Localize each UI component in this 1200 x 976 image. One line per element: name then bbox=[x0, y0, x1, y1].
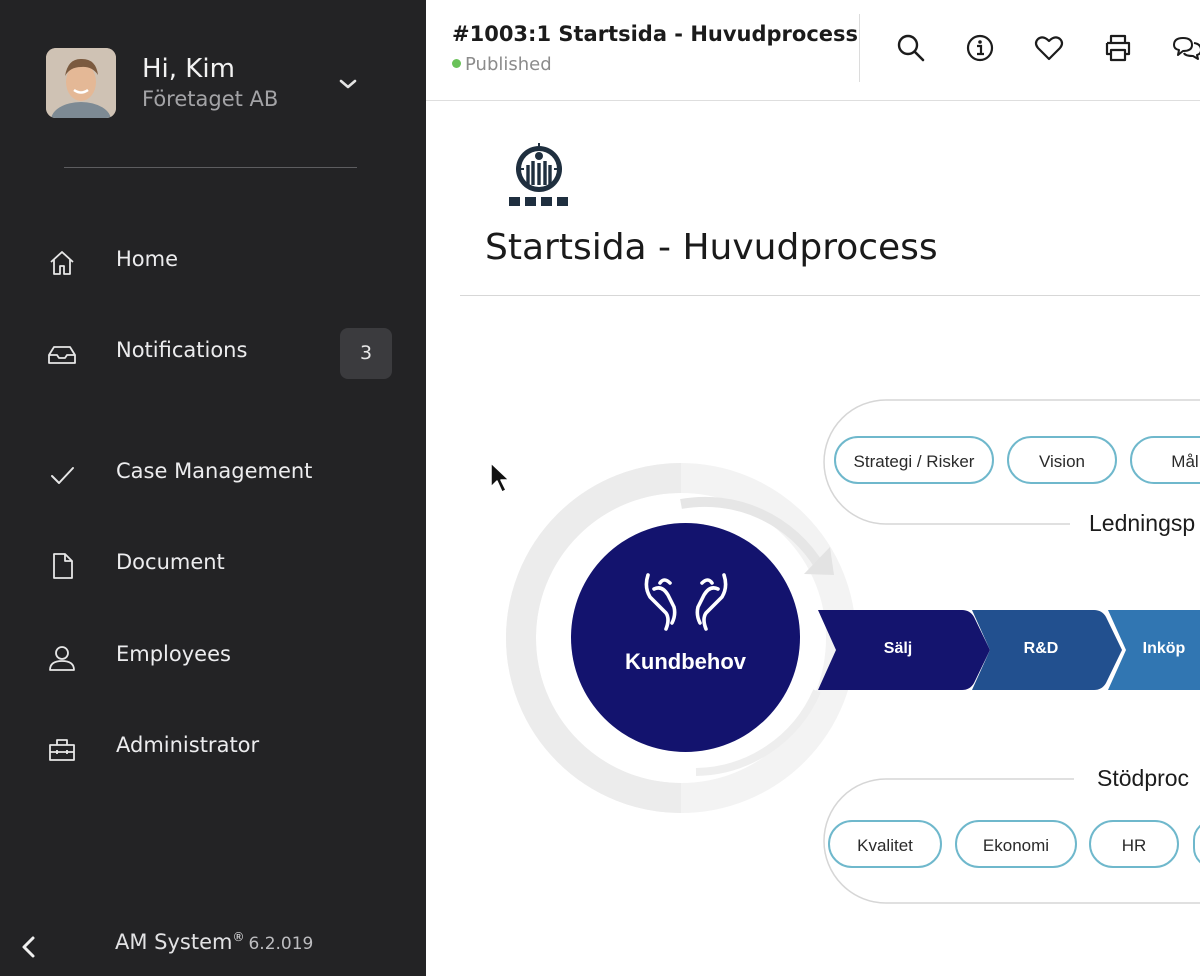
process-step-salj-label[interactable]: Sälj bbox=[846, 640, 950, 658]
document-content: Startsida - Huvudprocess Kundbehov Strat… bbox=[426, 101, 1200, 976]
center-circle[interactable]: Kundbehov bbox=[571, 523, 800, 752]
home-icon bbox=[46, 247, 78, 279]
sidebar-item-home[interactable]: Home bbox=[0, 231, 426, 291]
title-divider bbox=[460, 295, 1200, 296]
sidebar-divider bbox=[64, 167, 357, 168]
management-item-vision[interactable]: Vision bbox=[1007, 436, 1117, 484]
management-item-mal[interactable]: Mål bbox=[1130, 436, 1200, 484]
inbox-icon bbox=[46, 338, 78, 370]
hands-icon bbox=[642, 571, 730, 631]
support-item-ekonomi[interactable]: Ekonomi bbox=[955, 820, 1077, 868]
support-process-label: Stödproc bbox=[1097, 765, 1190, 791]
document-icon bbox=[46, 550, 78, 582]
support-item-hr[interactable]: HR bbox=[1089, 820, 1179, 868]
sidebar-item-label: Home bbox=[116, 247, 179, 271]
print-icon[interactable] bbox=[1101, 31, 1135, 65]
company-logo bbox=[504, 141, 574, 211]
sidebar-item-administrator[interactable]: Administrator bbox=[0, 717, 426, 777]
document-title: #1003:1 Startsida - Huvudprocess bbox=[452, 22, 859, 46]
sidebar-item-case-management[interactable]: Case Management bbox=[0, 443, 426, 503]
sidebar-item-document[interactable]: Document bbox=[0, 534, 426, 594]
avatar[interactable] bbox=[46, 48, 116, 118]
notification-count-badge: 3 bbox=[340, 328, 392, 379]
sidebar-item-notifications[interactable]: Notifications 3 bbox=[0, 322, 426, 382]
sidebar-item-label: Notifications bbox=[116, 338, 248, 362]
app-brand: AM System bbox=[115, 930, 233, 954]
app-version: AM System® 6.2.019 bbox=[115, 930, 313, 954]
check-icon bbox=[46, 459, 78, 491]
page-title: Startsida - Huvudprocess bbox=[485, 227, 938, 268]
process-step-rd-label[interactable]: R&D bbox=[986, 640, 1096, 658]
registered-mark: ® bbox=[232, 930, 245, 944]
status-text: Published bbox=[465, 54, 552, 75]
sidebar-item-label: Document bbox=[116, 550, 225, 574]
company-name: Företaget AB bbox=[142, 87, 279, 111]
management-item-strategi[interactable]: Strategi / Risker bbox=[834, 436, 994, 484]
sidebar-item-label: Employees bbox=[116, 642, 231, 666]
collapse-sidebar-icon[interactable] bbox=[16, 933, 42, 961]
user-profile[interactable]: Hi, Kim Företaget AB bbox=[46, 48, 376, 118]
sidebar: Hi, Kim Företaget AB Home Notifications … bbox=[0, 0, 426, 976]
chevron-down-icon[interactable] bbox=[336, 72, 360, 96]
search-icon[interactable] bbox=[894, 31, 928, 65]
status-dot bbox=[452, 59, 461, 68]
header-divider bbox=[859, 14, 860, 82]
sidebar-item-label: Case Management bbox=[116, 459, 313, 483]
version-number: 6.2.019 bbox=[248, 934, 314, 954]
info-icon[interactable] bbox=[963, 31, 997, 65]
sidebar-item-employees[interactable]: Employees bbox=[0, 626, 426, 686]
toolbox-icon bbox=[46, 733, 78, 765]
user-icon bbox=[46, 642, 78, 674]
support-item-kvalitet[interactable]: Kvalitet bbox=[828, 820, 942, 868]
process-map: Kundbehov Strategi / Risker Vision Mål L… bbox=[426, 391, 1200, 971]
center-label: Kundbehov bbox=[625, 649, 746, 674]
greeting: Hi, Kim bbox=[142, 54, 235, 84]
heart-icon[interactable] bbox=[1032, 31, 1066, 65]
status-badge: Published bbox=[452, 54, 552, 75]
comments-icon[interactable] bbox=[1170, 31, 1200, 65]
sidebar-item-label: Administrator bbox=[116, 733, 260, 757]
management-process-label: Ledningsp bbox=[1089, 510, 1196, 536]
document-header: #1003:1 Startsida - Huvudprocess Publish… bbox=[426, 0, 1200, 101]
process-step-inkop-label[interactable]: Inköp bbox=[1122, 640, 1200, 658]
